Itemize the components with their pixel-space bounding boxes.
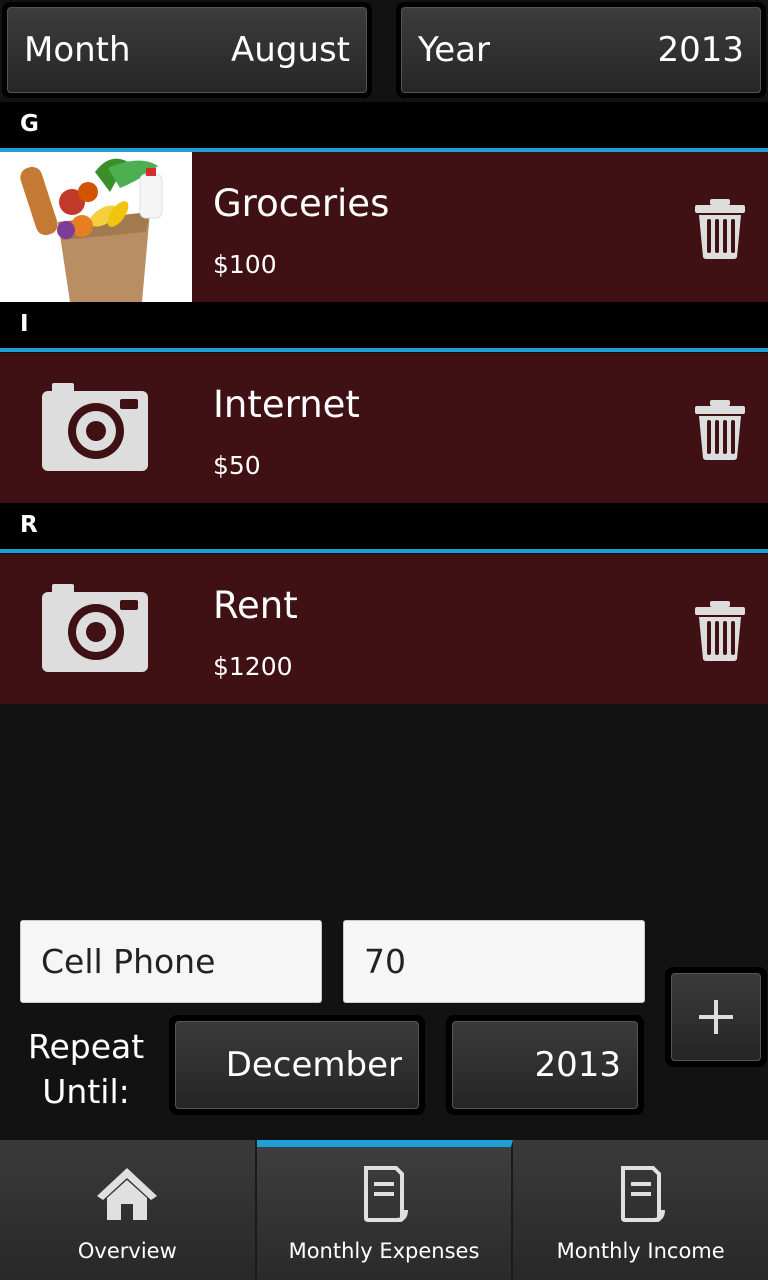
- month-label: Month: [24, 30, 131, 70]
- tab-monthly-income[interactable]: Monthly Income: [513, 1140, 768, 1280]
- repeat-until-month-value: December: [225, 1045, 402, 1085]
- home-icon: [97, 1168, 158, 1220]
- trash-icon[interactable]: [694, 199, 746, 259]
- year-label: Year: [418, 30, 490, 70]
- expense-item-groceries[interactable]: Groceries $100: [0, 152, 768, 302]
- camera-icon: [0, 554, 192, 704]
- group-header-i: I: [0, 302, 768, 352]
- expense-item-internet[interactable]: Internet $50: [0, 353, 768, 503]
- camera-icon: [0, 353, 192, 503]
- group-header-r: R: [0, 503, 768, 553]
- trash-icon[interactable]: [694, 601, 746, 661]
- repeat-until-month-face[interactable]: December: [175, 1021, 419, 1109]
- repeat-until-month-dropdown[interactable]: December: [169, 1015, 425, 1115]
- month-value: August: [231, 30, 350, 70]
- repeat-label-line2: Until:: [42, 1072, 130, 1111]
- repeat-until-year-value: 2013: [534, 1045, 621, 1085]
- tab-label: Monthly Income: [556, 1239, 725, 1263]
- group-header-g: G: [0, 102, 768, 152]
- add-expense-button[interactable]: [665, 967, 767, 1067]
- tab-monthly-expenses[interactable]: Monthly Expenses: [256, 1140, 514, 1280]
- year-value: 2013: [657, 30, 744, 70]
- groceries-photo: [0, 152, 192, 302]
- document-icon: [364, 1166, 408, 1222]
- repeat-until-year-face[interactable]: 2013: [452, 1021, 638, 1109]
- repeat-label-line1: Repeat: [28, 1027, 145, 1066]
- expense-amount-value: 70: [364, 942, 406, 981]
- tab-label: Overview: [77, 1239, 177, 1263]
- tab-label: Monthly Expenses: [288, 1239, 480, 1263]
- year-dropdown-face[interactable]: Year 2013: [401, 7, 761, 93]
- group-header-letter: G: [20, 111, 39, 137]
- expense-amount: $100: [213, 250, 277, 279]
- expense-name-value: Cell Phone: [41, 942, 216, 981]
- tab-overview[interactable]: Overview: [0, 1140, 257, 1280]
- expense-name: Groceries: [213, 182, 390, 225]
- period-selectors: Month August Year 2013: [0, 0, 768, 102]
- group-header-letter: I: [20, 311, 29, 337]
- repeat-until-label: Repeat Until:: [28, 1024, 144, 1114]
- group-header-letter: R: [20, 512, 38, 538]
- expense-item-rent[interactable]: Rent $1200: [0, 554, 768, 704]
- expense-amount-field[interactable]: 70: [343, 920, 645, 1003]
- tab-bar: Overview Monthly Expenses Monthly Income: [0, 1140, 768, 1280]
- expense-name: Internet: [213, 383, 360, 426]
- add-expense-button-face[interactable]: [671, 973, 761, 1061]
- expense-name: Rent: [213, 584, 298, 627]
- expense-amount: $1200: [213, 652, 293, 681]
- month-dropdown[interactable]: Month August: [2, 2, 372, 98]
- plus-icon: [699, 1000, 733, 1034]
- month-dropdown-face[interactable]: Month August: [7, 7, 367, 93]
- repeat-until-year-dropdown[interactable]: 2013: [446, 1015, 644, 1115]
- trash-icon[interactable]: [694, 400, 746, 460]
- document-icon: [620, 1166, 665, 1222]
- year-dropdown[interactable]: Year 2013: [396, 2, 766, 98]
- expense-name-field[interactable]: Cell Phone: [20, 920, 322, 1003]
- expense-amount: $50: [213, 451, 261, 480]
